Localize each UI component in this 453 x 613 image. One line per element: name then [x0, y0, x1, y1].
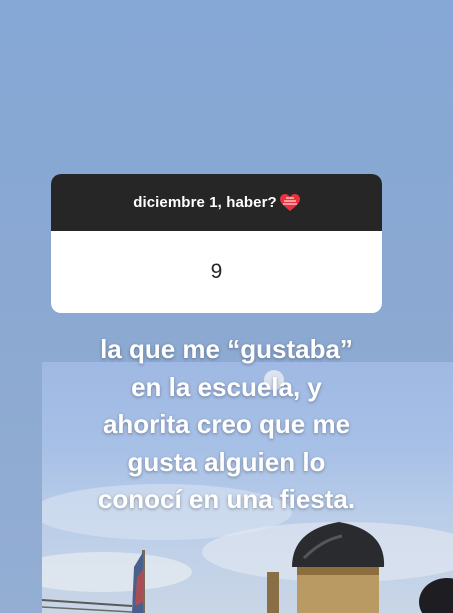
caption-line: gusta alguien lo [127, 446, 326, 477]
heart-emoji-icon [279, 193, 300, 212]
story-caption: la que me “gustaba” en la escuela, y aho… [60, 331, 393, 519]
caption-line: en la escuela, y [131, 371, 322, 402]
caption-line: la que me “gustaba” [100, 334, 353, 364]
question-text: diciembre 1, haber? [133, 194, 277, 211]
question-sticker: diciembre 1, haber? 9 [51, 174, 382, 313]
question-header: diciembre 1, haber? [51, 174, 382, 231]
caption-line: ahorita creo que me [102, 409, 351, 439]
caption-line: conocí en una fiesta. [97, 484, 356, 514]
story-canvas: diciembre 1, haber? 9 la que me “gustaba… [0, 0, 453, 613]
answer-text: 9 [210, 260, 223, 283]
